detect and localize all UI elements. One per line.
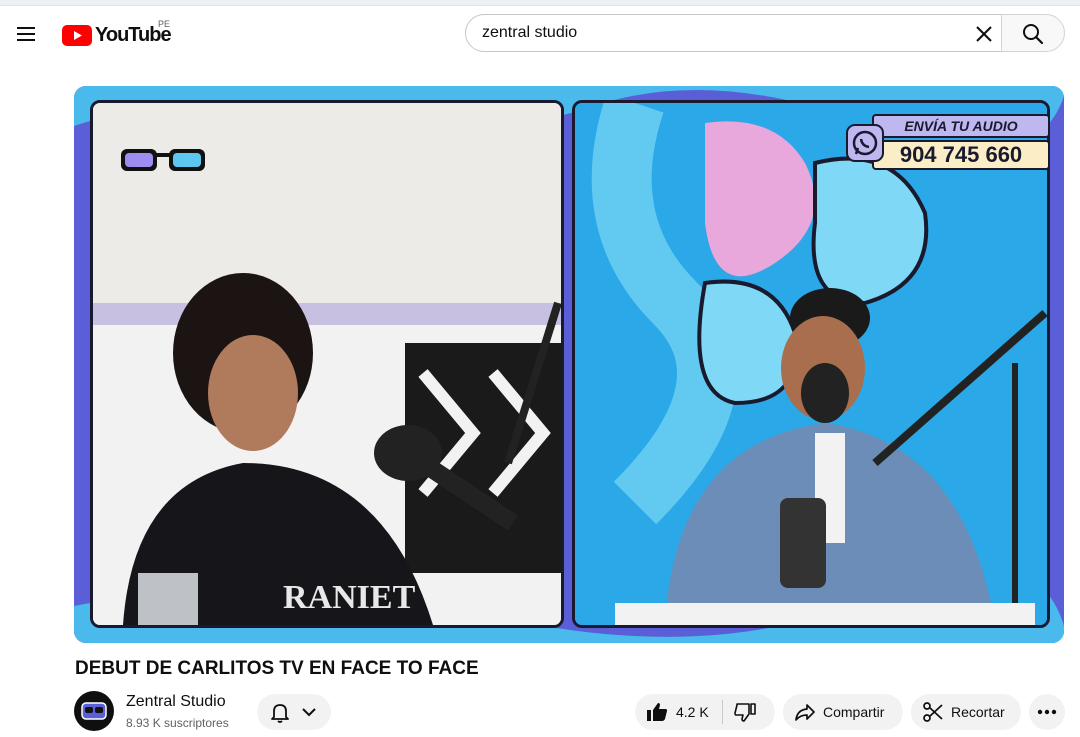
audio-label: ENVÍA TU AUDIO — [872, 114, 1050, 138]
notifications-button[interactable] — [257, 694, 331, 730]
search-input[interactable] — [482, 23, 952, 43]
chevron-down-icon — [302, 708, 316, 717]
bell-icon — [271, 704, 289, 723]
phone-number: 904 745 660 — [872, 140, 1050, 170]
right-scene — [575, 103, 1047, 625]
face-to-face-logo — [121, 149, 205, 171]
channel-avatar[interactable] — [74, 691, 114, 731]
left-scene: RANIET — [93, 103, 561, 625]
top-border — [0, 0, 1080, 6]
video-player[interactable]: RANIET ENVÍA TU AUDIO 904 745 660 — [74, 86, 1064, 643]
right-camera-panel — [572, 100, 1050, 628]
clear-search-button[interactable] — [970, 20, 998, 48]
like-count[interactable]: 4.2 K — [676, 704, 722, 720]
search-box[interactable] — [465, 14, 1001, 52]
share-icon — [795, 704, 815, 721]
like-dislike-group: 4.2 K — [635, 694, 775, 730]
like-divider — [722, 700, 723, 724]
scissors-icon — [923, 702, 943, 722]
clip-button[interactable]: Recortar — [911, 694, 1021, 730]
youtube-logo[interactable]: YouTube PE — [62, 19, 172, 48]
country-code: PE — [158, 19, 171, 29]
svg-text:RANIET: RANIET — [283, 579, 416, 616]
search-button[interactable] — [1001, 14, 1065, 52]
subscriber-count: 8.93 K suscriptores — [126, 716, 229, 730]
clear-icon — [976, 26, 992, 42]
menu-icon[interactable] — [12, 20, 40, 48]
youtube-logo-icon — [62, 24, 92, 46]
clip-label: Recortar — [951, 704, 1005, 720]
video-title: DEBUT DE CARLITOS TV EN FACE TO FACE — [75, 658, 479, 679]
search-icon — [1023, 24, 1044, 45]
channel-name[interactable]: Zentral Studio — [126, 693, 226, 711]
thumb-up-icon[interactable] — [645, 700, 669, 724]
whatsapp-icon — [846, 124, 884, 162]
channel-logo-icon — [81, 702, 107, 720]
left-camera-panel: RANIET — [90, 100, 564, 628]
thumb-down-icon[interactable] — [733, 700, 757, 724]
share-button[interactable]: Compartir — [783, 694, 903, 730]
share-label: Compartir — [823, 704, 885, 720]
more-actions-button[interactable] — [1029, 694, 1065, 730]
more-icon — [1037, 709, 1057, 715]
whatsapp-audio-badge: ENVÍA TU AUDIO 904 745 660 — [846, 114, 1052, 172]
